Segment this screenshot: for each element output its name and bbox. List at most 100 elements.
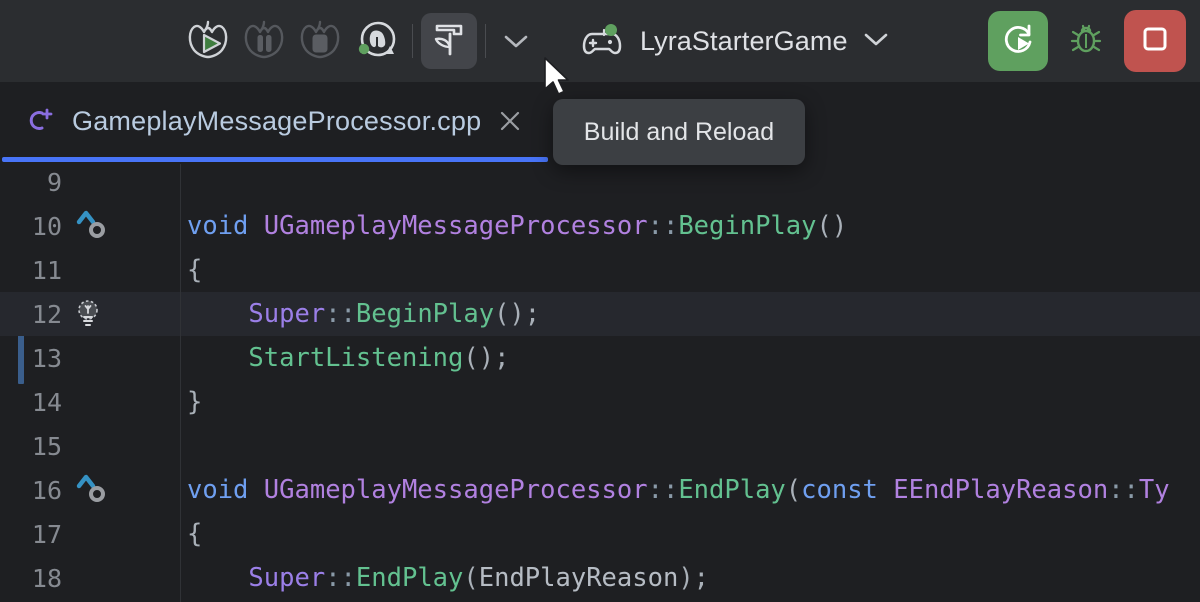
line-number: 15 — [32, 432, 62, 461]
code-line-10[interactable]: void UGameplayMessageProcessor::BeginPla… — [181, 204, 1200, 248]
gutter-marker[interactable] — [71, 204, 117, 248]
code-token: EndPlay — [678, 475, 785, 505]
code-token — [187, 299, 248, 329]
gutter-marker — [71, 512, 117, 556]
code-editor[interactable]: 9 10 11 12 13 14 15 16 17 18 void UGameplayMessag… — [0, 164, 1200, 602]
editor-code-area[interactable]: void UGameplayMessageProcessor::BeginPla… — [181, 164, 1200, 602]
gutter-line-18[interactable]: 18 — [0, 556, 180, 600]
gamepad-icon — [580, 22, 626, 60]
gutter-line-15[interactable]: 15 — [0, 424, 180, 468]
ue-play-icon-button[interactable] — [180, 13, 236, 69]
hammer-leaf-icon — [428, 17, 470, 66]
gutter-line-9[interactable]: 9 — [0, 164, 180, 204]
rerun-button[interactable] — [988, 11, 1048, 71]
code-token — [187, 343, 248, 373]
code-token: () — [816, 211, 847, 241]
cpp-file-icon — [26, 106, 56, 136]
code-token: UGameplayMessageProcessor — [264, 211, 648, 241]
line-number: 13 — [32, 344, 62, 373]
main-toolbar: LyraStarterGame — [0, 0, 1200, 82]
line-number: 11 — [32, 256, 62, 285]
run-configuration-chevron-down-icon[interactable] — [862, 30, 890, 53]
gutter-marker — [71, 424, 117, 468]
gutter-line-16[interactable]: 16 — [0, 468, 180, 512]
gutter-marker — [71, 164, 117, 204]
gutter-marker[interactable] — [71, 292, 117, 336]
code-token: ); — [678, 563, 709, 593]
toolbar-right-group — [988, 10, 1200, 72]
code-line-13[interactable]: StartListening(); — [181, 336, 1200, 380]
code-token — [187, 563, 248, 593]
build-and-reload-tooltip: Build and Reload — [553, 99, 805, 165]
code-token: void — [187, 211, 248, 241]
line-number: 16 — [32, 476, 62, 505]
code-token: { — [187, 255, 202, 285]
code-token: BeginPlay — [678, 211, 816, 241]
code-line-17[interactable]: { — [181, 512, 1200, 556]
toolbar-divider-1 — [412, 24, 413, 58]
line-number: 9 — [47, 168, 62, 197]
line-number: 12 — [32, 300, 62, 329]
code-line-9[interactable] — [181, 164, 1200, 204]
unreal-engine-icon-button[interactable] — [348, 13, 404, 69]
editor-gutter[interactable]: 9 10 11 12 13 14 15 16 17 18 — [0, 164, 181, 602]
ue-stop-icon — [295, 16, 345, 67]
code-token: :: — [648, 211, 679, 241]
bug-icon — [1067, 20, 1105, 63]
ue-stop-icon-button[interactable] — [292, 13, 348, 69]
code-token: EndPlayReason — [479, 563, 679, 593]
code-token: (); — [494, 299, 540, 329]
gutter-line-14[interactable]: 14 — [0, 380, 180, 424]
gutter-line-17[interactable]: 17 — [0, 512, 180, 556]
run-configuration-selector[interactable]: LyraStarterGame — [568, 13, 902, 69]
gutter-marker — [71, 248, 117, 292]
toolbar-divider-2 — [485, 24, 486, 58]
code-token: :: — [1108, 475, 1139, 505]
ue-pause-icon — [239, 16, 289, 67]
stop-button[interactable] — [1124, 10, 1186, 72]
code-token: const — [801, 475, 878, 505]
line-number: 14 — [32, 388, 62, 417]
code-token: UGameplayMessageProcessor — [264, 475, 648, 505]
debug-button[interactable] — [1058, 11, 1114, 71]
code-token: StartListening — [248, 343, 463, 373]
code-token: :: — [648, 475, 679, 505]
gutter-line-10[interactable]: 10 — [0, 204, 180, 248]
rerun-icon — [999, 20, 1037, 63]
code-token: :: — [325, 563, 356, 593]
code-token: Super — [248, 299, 325, 329]
close-icon[interactable] — [497, 108, 523, 134]
code-line-18[interactable]: Super::EndPlay(EndPlayReason); — [181, 556, 1200, 600]
gutter-line-13[interactable]: 13 — [0, 336, 180, 380]
line-number: 10 — [32, 212, 62, 241]
code-token: :: — [325, 299, 356, 329]
code-line-12[interactable]: Super::BeginPlay(); — [181, 292, 1200, 336]
code-line-16[interactable]: void UGameplayMessageProcessor::EndPlay(… — [181, 468, 1200, 512]
tooltip-text: Build and Reload — [584, 118, 774, 147]
code-token — [878, 475, 893, 505]
code-token — [248, 211, 263, 241]
gutter-marker — [71, 336, 117, 380]
build-actions-chevron-down-icon[interactable] — [494, 13, 538, 69]
active-tab-indicator — [2, 157, 548, 162]
code-token: (); — [463, 343, 509, 373]
gutter-marker[interactable] — [71, 468, 117, 512]
gutter-marker — [71, 380, 117, 424]
tab-title: GameplayMessageProcessor.cpp — [72, 106, 481, 137]
code-token: BeginPlay — [356, 299, 494, 329]
toolbar-left-spacer — [0, 41, 180, 42]
code-line-15[interactable] — [181, 424, 1200, 468]
code-token: ( — [786, 475, 801, 505]
code-line-11[interactable]: { — [181, 248, 1200, 292]
build-and-reload-button[interactable] — [421, 13, 477, 69]
code-token: Ty — [1139, 475, 1170, 505]
code-token: } — [187, 387, 202, 417]
ue-pause-icon-button[interactable] — [236, 13, 292, 69]
gutter-line-11[interactable]: 11 — [0, 248, 180, 292]
code-token: { — [187, 519, 202, 549]
gutter-line-12[interactable]: 12 — [0, 292, 180, 336]
mouse-pointer — [543, 56, 577, 107]
code-line-14[interactable]: } — [181, 380, 1200, 424]
tab-gameplaymessageprocessor-cpp[interactable]: GameplayMessageProcessor.cpp — [0, 82, 548, 160]
line-number: 17 — [32, 520, 62, 549]
